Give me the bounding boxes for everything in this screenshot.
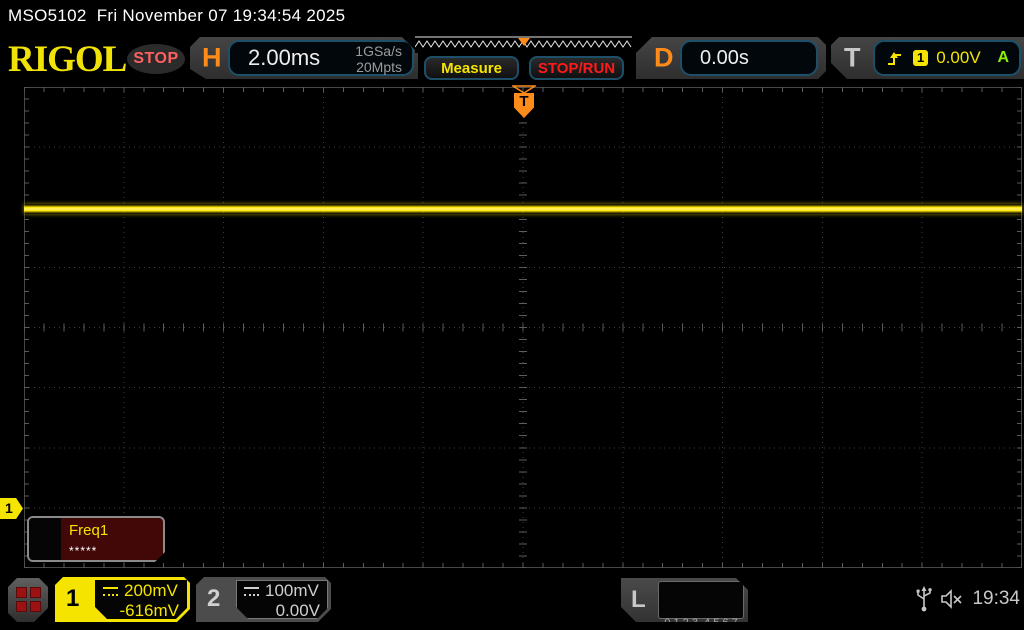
logic-analyzer-badge[interactable]: L 0 1 2 3 4 5 6 7 8 9 1011 12131415: [621, 578, 748, 622]
model-and-datetime: MSO5102 Fri November 07 19:34:54 2025: [8, 6, 345, 26]
measure-button[interactable]: Measure: [424, 56, 519, 80]
channel1-position-marker[interactable]: 1: [0, 498, 23, 519]
main-menu-button[interactable]: [8, 578, 48, 622]
horizontal-label: H: [202, 43, 222, 74]
clock: 19:34: [972, 588, 1020, 610]
channel1-number: 1: [66, 585, 79, 613]
memory-depth: 20Mpts: [355, 59, 402, 75]
sample-rate: 1GSa/s: [355, 43, 402, 59]
status-tray: 19:34: [916, 585, 1020, 613]
acquisition-info: 1GSa/s 20Mpts: [355, 43, 402, 75]
menu-grid-icon: [16, 587, 41, 612]
dc-coupling-icon: [103, 587, 118, 596]
channel1-waveform-trace: [24, 204, 1022, 214]
horizontal-settings-group[interactable]: H 2.00ms 1GSa/s 20Mpts: [190, 37, 418, 79]
rigol-logo: RIGOL: [8, 38, 126, 81]
trigger-source-badge: 1: [913, 50, 928, 66]
measurement-box-strip: [29, 518, 61, 560]
logic-analyzer-label: L: [631, 586, 646, 614]
graticule: [24, 87, 1022, 568]
dc-coupling-icon: [244, 587, 259, 596]
channel2-scale: 100mV: [265, 581, 319, 601]
sweep-waveform-icon: [415, 36, 632, 53]
channel2-number: 2: [207, 585, 220, 613]
channel1-offset: -616mV: [103, 601, 179, 621]
rising-edge-trigger-icon: [887, 51, 903, 66]
trigger-position-icon: [512, 85, 536, 94]
measurement-result-box[interactable]: Freq1 *****: [27, 516, 165, 562]
acquisition-status-badge: STOP: [127, 44, 185, 74]
speaker-muted-icon: [940, 588, 964, 610]
timebase-value: 2.00ms: [248, 45, 320, 71]
trigger-level-value: 0.00V: [936, 48, 980, 68]
measurement-name: Freq1: [69, 522, 108, 539]
trigger-label: T: [844, 43, 861, 74]
channel1-scale: 200mV: [124, 581, 178, 601]
delay-label: D: [654, 43, 674, 74]
measurement-value: *****: [69, 544, 97, 558]
channel1-badge[interactable]: 1 200mV -616mV: [55, 577, 190, 622]
grid-lines: [24, 87, 1022, 568]
trigger-settings-group[interactable]: T 1 0.00V A: [831, 37, 1024, 79]
delay-settings-group[interactable]: D 0.00s: [636, 37, 826, 79]
trigger-sweep-mode: A: [997, 49, 1009, 67]
delay-value: 0.00s: [700, 47, 749, 70]
memory-sweep-indicator: [415, 36, 632, 53]
stop-run-button[interactable]: STOP/RUN: [529, 56, 624, 80]
logic-channel-list: 0 1 2 3 4 5 6 7 8 9 1011 12131415: [658, 581, 744, 619]
channel2-badge[interactable]: 2 100mV 0.00V: [196, 577, 331, 622]
oscilloscope-screen: MSO5102 Fri November 07 19:34:54 2025 RI…: [0, 0, 1024, 630]
usb-icon: [916, 585, 932, 613]
logic-channels-row1: 0 1 2 3 4 5 6 7: [659, 616, 743, 630]
channel2-offset: 0.00V: [244, 601, 320, 621]
